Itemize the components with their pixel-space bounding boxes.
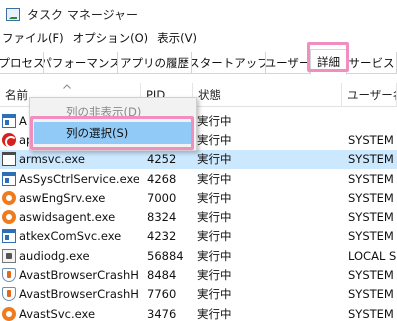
process-pid: 4268 <box>147 171 177 186</box>
window-title: タスク マネージャー <box>27 7 138 22</box>
process-generic-icon <box>2 229 16 244</box>
tab-performance[interactable]: パフォーマンス <box>44 52 118 74</box>
process-user: LOCAL SE <box>348 248 397 263</box>
process-name-cell: AsSysCtrlService.exe <box>2 169 139 188</box>
table-row[interactable]: AvastBrowserCrashH... 7760 実行中 SYSTEM <box>0 285 397 304</box>
process-user: SYSTEM <box>348 306 394 321</box>
process-name: audiodg.exe <box>19 248 90 263</box>
process-adobe-icon <box>2 132 17 148</box>
process-status: 実行中 <box>197 287 232 302</box>
process-name: aswidsagent.exe <box>19 210 116 225</box>
process-name: AvastSvc.exe <box>19 306 96 321</box>
column-context-menu: 列の非表示(D) 列の選択(S) <box>29 97 197 151</box>
process-status: 実行中 <box>197 132 232 147</box>
process-name-cell: AvastBrowserCrashH... <box>2 265 139 284</box>
tab-bar: プロセス パフォーマンス アプリの履歴 スタートアップ ユーザー 詳細 サービス <box>0 49 397 75</box>
process-status: 実行中 <box>197 268 232 283</box>
process-name: AsSysCtrlService.exe <box>19 171 139 186</box>
process-user: SYSTEM <box>348 132 394 147</box>
process-pid: 3476 <box>147 306 177 321</box>
sort-caret-icon <box>63 84 71 89</box>
table-row[interactable]: atkexComSvc.exe 4232 実行中 SYSTEM <box>0 227 397 246</box>
process-name-cell: aswEngSrv.exe <box>2 188 139 207</box>
column-header-status[interactable]: 状態 <box>193 83 342 107</box>
task-manager-icon <box>6 7 20 21</box>
process-status: 実行中 <box>197 190 232 205</box>
process-user: SYSTEM <box>348 190 394 205</box>
process-status: 実行中 <box>197 152 232 167</box>
process-generic-icon <box>2 113 16 128</box>
process-user <box>348 111 397 130</box>
process-name-cell: audiodg.exe <box>2 246 139 265</box>
process-name: aswEngSrv.exe <box>19 190 106 205</box>
process-name-cell: AvastSvc.exe <box>2 304 139 321</box>
process-pid: 4232 <box>147 229 177 244</box>
process-window-icon <box>2 152 16 167</box>
process-name: A <box>19 113 27 128</box>
menu-view[interactable]: 表示(V) <box>154 30 203 46</box>
table-row[interactable]: aswidsagent.exe 8324 実行中 SYSTEM <box>0 208 397 227</box>
process-pid: 56884 <box>147 248 184 263</box>
menu-options[interactable]: オプション(O) <box>70 30 155 46</box>
table-row[interactable]: audiodg.exe 56884 実行中 LOCAL SE <box>0 246 397 265</box>
process-name: AvastBrowserCrashH... <box>19 287 139 302</box>
process-avast-icon <box>2 190 16 205</box>
process-status: 実行中 <box>197 248 232 263</box>
process-user: SYSTEM <box>348 152 394 167</box>
process-user: SYSTEM <box>348 268 394 283</box>
process-name: AvastBrowserCrashH... <box>19 268 139 283</box>
process-name: atkexComSvc.exe <box>19 229 122 244</box>
process-user: SYSTEM <box>348 210 394 225</box>
process-speaker-icon <box>2 248 16 263</box>
process-pid: 8484 <box>147 268 177 283</box>
tab-app-history[interactable]: アプリの履歴 <box>118 52 192 74</box>
tab-details[interactable]: 詳細 <box>310 49 347 75</box>
process-name-cell: aswidsagent.exe <box>2 208 139 227</box>
process-pid: 8324 <box>147 210 177 225</box>
process-pid: 4252 <box>147 152 177 167</box>
table-row[interactable]: AvastBrowserCrashH... 8484 実行中 SYSTEM <box>0 265 397 284</box>
process-generic-icon <box>2 171 16 186</box>
process-user: SYSTEM <box>348 287 394 302</box>
process-avast-icon <box>2 210 16 225</box>
table-row[interactable]: AsSysCtrlService.exe 4268 実行中 SYSTEM <box>0 169 397 188</box>
column-header-user[interactable]: ユーザー名 <box>342 83 397 107</box>
title-bar: タスク マネージャー <box>0 0 397 28</box>
tab-services[interactable]: サービス <box>347 52 397 74</box>
tab-users[interactable]: ユーザー <box>266 52 310 74</box>
process-status: 実行中 <box>197 306 232 321</box>
menu-item-select-columns[interactable]: 列の選択(S) <box>34 122 191 144</box>
process-name-cell: atkexComSvc.exe <box>2 227 139 246</box>
process-user: SYSTEM <box>348 171 394 186</box>
process-avast-icon <box>2 306 16 321</box>
process-status: 実行中 <box>197 229 232 244</box>
process-status: 実行中 <box>197 210 232 225</box>
process-pid: 7000 <box>147 190 177 205</box>
tab-processes[interactable]: プロセス <box>0 52 44 74</box>
table-row[interactable]: aswEngSrv.exe 7000 実行中 SYSTEM <box>0 188 397 207</box>
table-row[interactable]: AvastSvc.exe 3476 実行中 SYSTEM <box>0 304 397 321</box>
process-status: 実行中 <box>197 171 232 186</box>
menu-item-hide-column: 列の非表示(D) <box>66 105 142 119</box>
process-name-cell: armsvc.exe <box>2 150 139 169</box>
process-pid: 7760 <box>147 287 177 302</box>
process-name-cell: AvastBrowserCrashH... <box>2 285 139 304</box>
process-shield-icon <box>2 287 16 302</box>
process-shield-icon <box>2 268 16 283</box>
menu-bar: ファイル(F) オプション(O) 表示(V) <box>0 28 397 48</box>
table-row[interactable]: armsvc.exe 4252 実行中 SYSTEM <box>0 149 397 169</box>
tab-startup[interactable]: スタートアップ <box>192 52 266 74</box>
menu-file[interactable]: ファイル(F) <box>0 30 70 46</box>
process-user: SYSTEM <box>348 229 394 244</box>
process-name: armsvc.exe <box>19 152 85 167</box>
process-status: 実行中 <box>197 113 232 128</box>
